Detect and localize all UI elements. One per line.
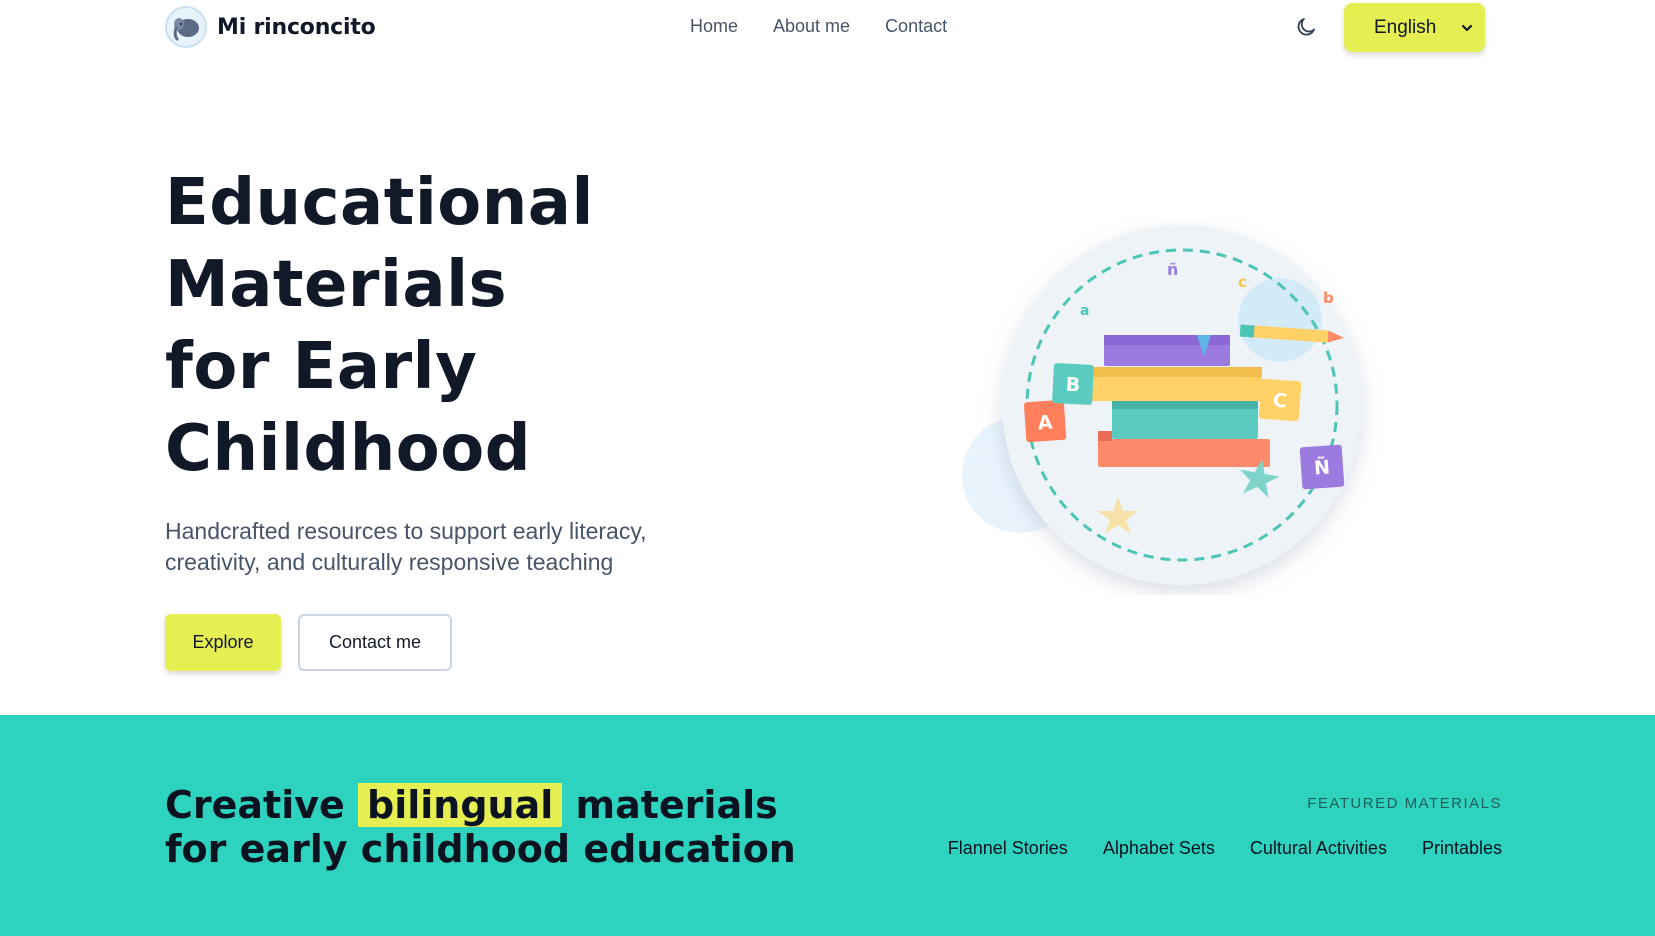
hero-subtitle: Handcrafted resources to support early l… <box>165 518 647 575</box>
nav-about[interactable]: About me <box>773 16 850 37</box>
main-nav: Home About me Contact <box>690 16 947 37</box>
books-illustration: a ñ c b A B C Ñ <box>960 215 1380 595</box>
block-letter: Ñ <box>1313 454 1331 479</box>
language-select[interactable]: English <box>1344 3 1485 52</box>
featured-item-cultural-activities[interactable]: Cultural Activities <box>1250 838 1387 859</box>
block-letter: B <box>1065 374 1081 397</box>
orbit-letter: a <box>1080 303 1089 319</box>
hero-title-line: for Early <box>165 330 478 404</box>
block-letter: A <box>1037 411 1053 434</box>
featured-list: Flannel Stories Alphabet Sets Cultural A… <box>948 838 1502 859</box>
orbit-letter: ñ <box>1167 260 1178 279</box>
elephant-icon <box>165 6 207 48</box>
explore-button[interactable]: Explore <box>165 614 281 671</box>
orbit-letter: b <box>1323 289 1334 307</box>
featured-item-printables[interactable]: Printables <box>1422 838 1502 859</box>
featured-item-alphabet-sets[interactable]: Alphabet Sets <box>1103 838 1215 859</box>
nav-home[interactable]: Home <box>690 16 738 37</box>
block-letter: C <box>1272 390 1287 413</box>
band-title-highlight: bilingual <box>358 783 563 827</box>
orbit-letter: c <box>1238 273 1247 291</box>
language-selected: English <box>1374 16 1437 38</box>
nav-contact[interactable]: Contact <box>885 16 947 37</box>
hero-title-line: Materials <box>165 248 508 322</box>
hero-title: Educational Materials for Early Childhoo… <box>165 162 594 490</box>
band-title-before: Creative <box>165 783 359 827</box>
featured-label: FEATURED MATERIALS <box>1307 795 1502 812</box>
site-header: Mi rinconcito Home About me Contact Engl… <box>0 0 1655 56</box>
band-title: Creative bilingual materials for early c… <box>165 783 805 871</box>
hero-title-line: Childhood <box>165 412 532 486</box>
brand-name: Mi rinconcito <box>217 14 376 40</box>
featured-item-flannel-stories[interactable]: Flannel Stories <box>948 838 1068 859</box>
brand[interactable]: Mi rinconcito <box>165 6 376 48</box>
chevron-down-icon <box>1459 20 1475 36</box>
hero-title-line: Educational <box>165 166 594 240</box>
moon-icon[interactable] <box>1294 15 1318 39</box>
contact-me-button[interactable]: Contact me <box>298 614 452 671</box>
